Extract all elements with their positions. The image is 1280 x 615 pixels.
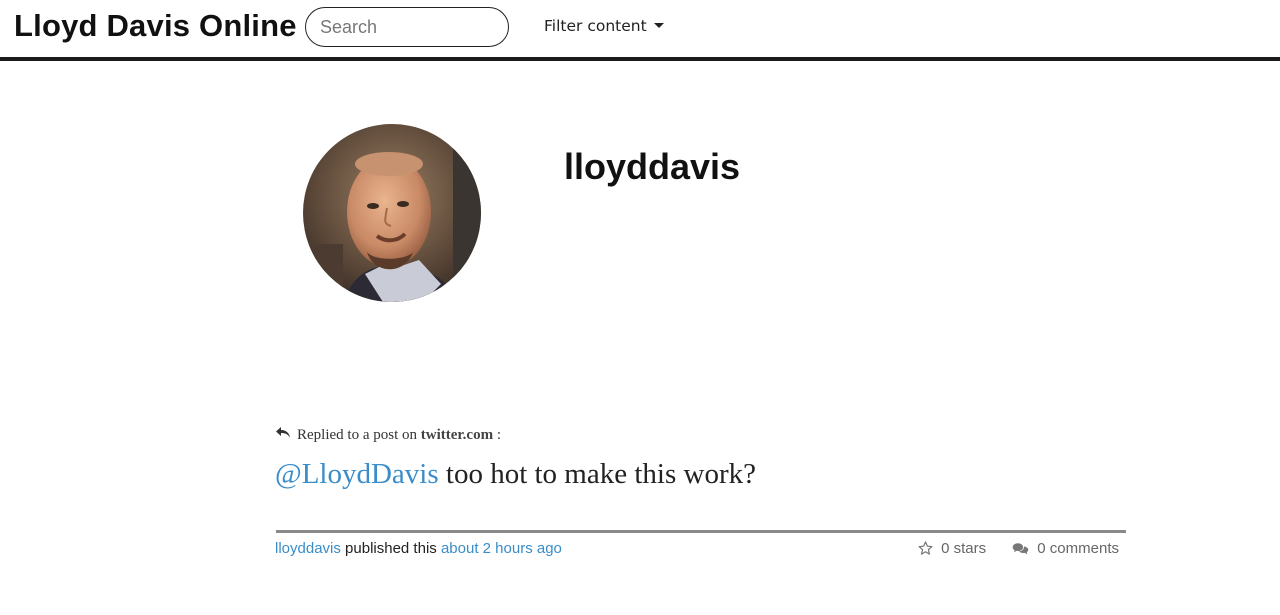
filter-content-label: Filter content [544, 17, 647, 35]
reply-context-prefix: Replied to a post on [297, 427, 417, 443]
reply-context: Replied to a post on twitter.com : [275, 426, 501, 444]
top-navigation-bar: Lloyd Davis Online Filter content [0, 0, 1280, 61]
author-link[interactable]: lloyddavis [275, 540, 341, 557]
post-body: @LloydDavis too hot to make this work? [275, 458, 756, 491]
post-stats: 0 stars 0 comments [896, 540, 1119, 557]
reply-context-site: twitter.com [420, 427, 494, 443]
caret-down-icon [653, 23, 664, 28]
site-title-link[interactable]: Lloyd Davis Online [14, 8, 297, 44]
profile-avatar[interactable] [303, 124, 481, 302]
reply-context-suffix: : [496, 427, 501, 443]
post-divider [276, 530, 1126, 533]
timestamp-link[interactable]: about 2 hours ago [441, 540, 562, 557]
filter-content-dropdown[interactable]: Filter content [544, 17, 664, 35]
user-photo-icon [303, 124, 481, 302]
reply-icon [276, 427, 290, 438]
comments-icon [1012, 543, 1029, 555]
post-text: too hot to make this work? [445, 458, 756, 490]
post-meta: lloyddavis published this about 2 hours … [275, 540, 562, 557]
star-icon [918, 541, 933, 555]
star-button[interactable]: 0 stars [918, 540, 986, 557]
published-text: published this [345, 540, 437, 557]
search-input[interactable] [305, 7, 509, 47]
mention-link[interactable]: @LloydDavis [275, 458, 439, 490]
comments-button[interactable]: 0 comments [1012, 540, 1119, 557]
stars-count: 0 stars [941, 540, 987, 557]
profile-name[interactable]: lloyddavis [564, 146, 740, 188]
comments-count: 0 comments [1037, 540, 1119, 557]
